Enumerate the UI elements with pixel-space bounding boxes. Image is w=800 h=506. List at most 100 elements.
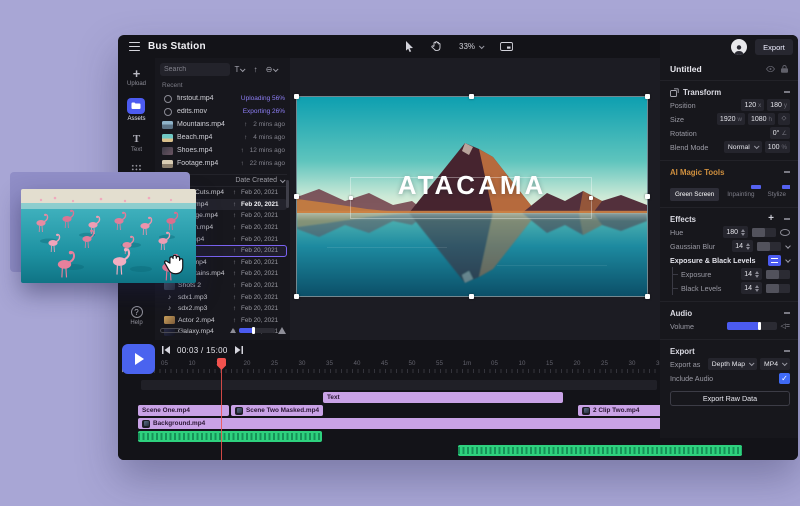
collapse-icon[interactable] — [784, 91, 790, 92]
rail-item-upload[interactable]: + Upload — [127, 69, 146, 87]
recent-item[interactable]: Beach.mp4↑4 mins ago — [160, 131, 287, 144]
exposure-stepper[interactable]: 14 — [741, 268, 762, 280]
export-as-row: Export as Depth Map MP4 — [670, 357, 790, 371]
frame-handle-s[interactable] — [469, 294, 474, 299]
upload-arrow-icon: ↑ — [231, 247, 238, 254]
lock-icon[interactable] — [779, 63, 790, 74]
file-row[interactable]: ♪sdx2.mp3↑Feb 20, 2021 — [160, 303, 287, 315]
ai-tab-stylize[interactable]: Stylize — [763, 188, 790, 201]
collapse-icon[interactable] — [784, 171, 790, 172]
frame-handle-w[interactable] — [294, 194, 299, 199]
aspect-lock-icon[interactable]: ⬦ — [778, 113, 790, 125]
exposure-slider[interactable] — [766, 270, 790, 279]
speaker-icon[interactable]: ◁= — [781, 322, 790, 330]
frame-handle-e[interactable] — [645, 194, 650, 199]
horizontal-scrollbar[interactable] — [160, 328, 184, 333]
menu-icon[interactable] — [129, 42, 140, 51]
black-levels-slider[interactable] — [766, 284, 790, 293]
export-raw-data-button[interactable]: Export Raw Data — [670, 391, 790, 406]
ruler-label: 05 — [157, 360, 173, 367]
export-format-dropdown[interactable]: Depth Map — [708, 358, 757, 370]
blur-stepper[interactable]: 14 — [732, 240, 753, 252]
export-button[interactable]: Export — [755, 39, 793, 55]
black-levels-stepper[interactable]: 14 — [741, 282, 762, 294]
clip-text[interactable]: Text — [323, 392, 563, 403]
ai-tab-green-screen[interactable]: Green Screen — [670, 188, 719, 201]
audio-clip-2[interactable] — [458, 445, 742, 456]
include-audio-checkbox[interactable]: ✓ — [779, 373, 790, 384]
clip-background[interactable]: Background.mp4 — [138, 418, 742, 429]
rail-item-help[interactable]: ? Help — [130, 306, 142, 326]
hue-stepper[interactable]: 180 — [723, 226, 748, 238]
recent-item[interactable]: Shoes.mp4↑12 mins ago — [160, 144, 287, 157]
hand-tool-icon[interactable] — [427, 39, 445, 54]
video-frame[interactable]: ATACAMA — [297, 97, 647, 296]
dragged-asset-thumbnail[interactable] — [21, 189, 196, 283]
recent-label: Recent — [162, 82, 287, 89]
size-h-input[interactable]: 1080h — [748, 113, 775, 125]
recent-item[interactable]: Footage.mp4↑22 mins ago — [160, 157, 287, 170]
waveform — [458, 447, 742, 454]
collapse-icon[interactable] — [784, 218, 790, 219]
frame-handle-nw[interactable] — [294, 94, 299, 99]
blend-mode-dropdown[interactable]: Normal — [724, 141, 762, 153]
transform-icon — [670, 88, 679, 97]
ruler-label: 30 — [624, 360, 640, 367]
levels-chip-icon[interactable] — [768, 255, 781, 266]
export-container-dropdown[interactable]: MP4 — [760, 358, 790, 370]
rail-item-assets[interactable]: Assets — [127, 98, 145, 122]
rail-item-text[interactable]: T Text — [131, 133, 142, 153]
clip-scene-two[interactable]: Scene Two Masked.mp4 — [231, 405, 323, 416]
audio-clip-1[interactable] — [138, 431, 322, 442]
add-effect-button[interactable]: + — [768, 215, 774, 223]
position-x-input[interactable]: 120x — [741, 99, 764, 111]
zoom-level-dropdown[interactable]: 33% — [454, 40, 488, 53]
recent-item-status: Uploading 56% — [241, 95, 285, 102]
display-size-icon[interactable] — [497, 39, 515, 54]
rotation-input[interactable]: 0°∠ — [770, 127, 790, 139]
frame-handle-sw[interactable] — [294, 294, 299, 299]
upload-sort-icon[interactable]: ↑ — [249, 63, 262, 76]
thumbnail-zoom-slider[interactable] — [239, 328, 275, 333]
empty-track[interactable] — [141, 380, 657, 390]
frame-handle-n[interactable] — [469, 94, 474, 99]
recent-item[interactable]: firstout.mp4Uploading 56% — [160, 92, 287, 105]
clip-scene-one[interactable]: Scene One.mp4 — [138, 405, 229, 416]
selection-handle[interactable] — [349, 196, 353, 200]
visibility-icon[interactable] — [765, 63, 776, 74]
selection-handle[interactable] — [589, 196, 593, 200]
play-button[interactable] — [122, 344, 155, 374]
document-title[interactable]: Untitled — [670, 64, 762, 74]
position-y-input[interactable]: 180y — [767, 99, 790, 111]
chevron-down-icon[interactable] — [785, 243, 791, 249]
frame-handle-ne[interactable] — [645, 94, 650, 99]
export-title: Export — [670, 347, 780, 356]
text-selection-box[interactable] — [350, 177, 592, 219]
previous-frame-icon[interactable] — [162, 346, 170, 354]
size-w-input[interactable]: 1920w — [717, 113, 745, 125]
search-input[interactable] — [160, 63, 230, 76]
file-date: Feb 20, 2021 — [241, 236, 283, 243]
blur-slider[interactable] — [757, 242, 781, 251]
recent-item[interactable]: edits.movExporting 26% — [160, 105, 287, 118]
chevron-down-icon[interactable] — [785, 257, 791, 263]
hue-slider[interactable] — [752, 228, 776, 237]
type-filter-icon[interactable]: T — [233, 63, 246, 76]
filter-icon[interactable]: ⊖ — [265, 63, 278, 76]
file-row[interactable]: ♪sdx1.mp3↑Feb 20, 2021 — [160, 291, 287, 303]
frame-handle-se[interactable] — [645, 294, 650, 299]
avatar[interactable] — [731, 39, 747, 55]
collapse-icon[interactable] — [784, 350, 790, 351]
volume-slider[interactable] — [727, 322, 777, 330]
list-scrollbar[interactable] — [286, 180, 289, 208]
pro-badge — [751, 185, 761, 189]
ai-tab-inpainting[interactable]: Inpainting — [722, 188, 759, 201]
select-cursor-icon[interactable] — [400, 39, 418, 54]
recent-item[interactable]: Mountains.mp4↑2 mins ago — [160, 118, 287, 131]
eye-icon[interactable] — [780, 229, 790, 236]
collapse-icon[interactable] — [784, 312, 790, 313]
upload-arrow-icon: ↑ — [231, 294, 238, 301]
next-frame-icon[interactable] — [235, 346, 243, 354]
column-date-created[interactable]: Date Created — [235, 177, 284, 184]
opacity-input[interactable]: 100% — [765, 141, 790, 153]
